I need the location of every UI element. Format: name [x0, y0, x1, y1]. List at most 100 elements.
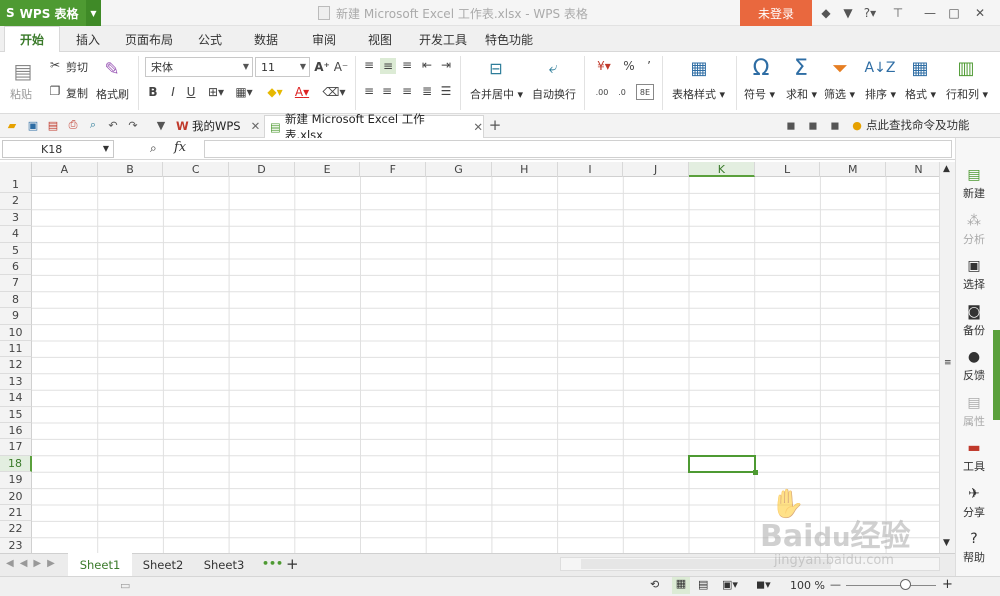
omega-icon[interactable]: Ω	[748, 54, 774, 82]
close-tab-icon[interactable]: ✕	[251, 119, 261, 133]
pin-icon[interactable]: ⊤	[890, 4, 906, 22]
skin-icon[interactable]: ◆	[818, 4, 834, 22]
font-grow-icon[interactable]: A⁺	[314, 58, 330, 76]
app-menu-button[interactable]: S WPS 表格 ▼	[0, 0, 101, 26]
align-bottom-icon[interactable]: ≡	[400, 58, 414, 72]
sort-icon[interactable]: A↓Z	[865, 54, 896, 82]
close-icon[interactable]: ✕	[972, 4, 988, 22]
font-shrink-icon[interactable]: A⁻	[333, 58, 349, 76]
filter-icon[interactable]: ⏷	[828, 54, 852, 82]
redo-icon[interactable]: ↷	[126, 118, 140, 132]
row-header-5[interactable]: 5	[0, 242, 32, 259]
scissors-icon[interactable]: ✂	[48, 58, 62, 72]
tab-review[interactable]: 审阅	[300, 26, 348, 52]
sidebar-item-0[interactable]: ▤ 新建	[955, 162, 993, 206]
percent-button[interactable]: %	[622, 58, 636, 74]
row-header-10[interactable]: 10	[0, 324, 32, 341]
tab-insert[interactable]: 插入	[64, 26, 112, 52]
align-middle-icon[interactable]: ≡	[380, 58, 396, 74]
indent-increase-icon[interactable]: ⇥	[439, 58, 453, 72]
save-icon[interactable]: ▣	[26, 118, 40, 132]
clear-format-icon[interactable]: ⌫▾	[323, 84, 346, 100]
tab-special[interactable]: 特色功能	[478, 26, 540, 52]
align-right-icon[interactable]: ≡	[400, 84, 414, 98]
column-header-N[interactable]: N	[886, 162, 939, 177]
sidebar-item-3[interactable]: ◙ 备份	[955, 299, 993, 343]
minimize-icon[interactable]: —	[922, 4, 938, 22]
zoom-slider[interactable]	[846, 585, 936, 586]
scroll-thumb[interactable]: ≡	[944, 358, 952, 368]
active-cell[interactable]	[688, 454, 758, 476]
customize-toolbar-icon[interactable]: ▼	[154, 118, 168, 132]
table-style-icon[interactable]: ▦	[686, 56, 712, 80]
tab-current-document[interactable]: ▤ 新建 Microsoft Excel 工作表.xlsx ✕	[264, 112, 484, 142]
number-format-icon[interactable]: 8E	[636, 84, 654, 100]
row-header-6[interactable]: 6	[0, 259, 32, 276]
row-header-23[interactable]: 23	[0, 537, 32, 553]
underline-button[interactable]: U	[184, 84, 198, 100]
wrap-text-icon[interactable]: ⤶	[540, 56, 566, 80]
align-left-icon[interactable]: ≡	[362, 84, 376, 98]
tab-home[interactable]: 开始	[4, 26, 60, 52]
row-header-9[interactable]: 9	[0, 308, 32, 325]
row-col-button[interactable]: 行和列 ▾	[946, 86, 988, 102]
row-header-3[interactable]: 3	[0, 209, 32, 227]
sheet-tab-1[interactable]: Sheet1	[68, 553, 132, 576]
format-painter-icon[interactable]: ✎	[100, 56, 124, 82]
tab-tools-icon-3[interactable]: ◼	[828, 118, 842, 132]
align-top-icon[interactable]: ≡	[362, 58, 376, 72]
name-box[interactable]: K18 ▼	[2, 140, 114, 158]
print-icon[interactable]: ⎙	[66, 118, 80, 132]
formula-input[interactable]	[204, 140, 952, 158]
row-header-8[interactable]: 8	[0, 291, 32, 309]
column-header-F[interactable]: F	[361, 162, 427, 177]
merge-center-button[interactable]: 合并居中 ▾	[470, 86, 523, 102]
chevron-down-icon[interactable]: ▼	[86, 0, 101, 26]
format-button[interactable]: 格式 ▾	[905, 86, 936, 102]
column-header-B[interactable]: B	[98, 162, 164, 177]
fill-pattern-icon[interactable]: ▦▾	[232, 84, 256, 100]
italic-button[interactable]: I	[166, 84, 180, 100]
table-style-button[interactable]: 表格样式 ▾	[672, 86, 725, 102]
row-header-13[interactable]: 13	[0, 373, 32, 391]
row-header-12[interactable]: 12	[0, 357, 32, 374]
sidebar-item-1[interactable]: ⁂ 分析	[955, 208, 993, 252]
eye-protection-icon[interactable]: ◼▾	[756, 578, 771, 591]
column-header-C[interactable]: C	[163, 162, 230, 177]
row-header-14[interactable]: 14	[0, 390, 32, 407]
column-header-J[interactable]: J	[623, 162, 689, 177]
column-header-E[interactable]: E	[295, 162, 361, 177]
sheet-tab-3[interactable]: Sheet3	[194, 553, 254, 576]
sort-button[interactable]: 排序 ▾	[865, 86, 896, 102]
shirt-icon[interactable]: ▼	[840, 4, 856, 22]
row-header-7[interactable]: 7	[0, 275, 32, 292]
copy-button[interactable]: 复制	[66, 85, 88, 101]
tab-page-layout[interactable]: 页面布局	[118, 26, 180, 52]
cut-button[interactable]: 剪切	[66, 59, 88, 75]
tab-tools-icon-1[interactable]: ◼	[784, 118, 798, 132]
tab-developer[interactable]: 开发工具	[412, 26, 474, 52]
row-header-4[interactable]: 4	[0, 226, 32, 243]
sidebar-item-6[interactable]: ▬ 工具	[955, 435, 993, 479]
merge-center-icon[interactable]: ⊟	[483, 56, 509, 80]
currency-icon[interactable]: ¥▾	[594, 58, 614, 74]
add-sheet-icon[interactable]: +	[286, 555, 299, 573]
zoom-in-icon[interactable]: +	[942, 577, 953, 592]
sidebar-item-5[interactable]: ▤ 属性	[955, 390, 993, 434]
column-header-K[interactable]: K	[689, 162, 755, 177]
column-header-A[interactable]: A	[32, 162, 98, 177]
justify-icon[interactable]: ≣	[420, 84, 434, 98]
row-header-11[interactable]: 11	[0, 341, 32, 358]
sigma-icon[interactable]: Σ	[788, 54, 814, 82]
bold-button[interactable]: B	[146, 84, 160, 100]
tab-data[interactable]: 数据	[242, 26, 290, 52]
new-tab-icon[interactable]: +	[488, 116, 502, 134]
row-header-1[interactable]: 1	[0, 177, 32, 194]
tab-my-wps[interactable]: W 我的WPS ✕	[172, 115, 262, 137]
symbol-button[interactable]: 符号 ▾	[744, 86, 775, 102]
zoom-formula-icon[interactable]: ⌕	[150, 141, 157, 156]
row-header-18[interactable]: 18	[0, 455, 32, 473]
help-menu-icon[interactable]: ?▾	[862, 4, 878, 22]
paste-button[interactable]: 粘贴	[10, 86, 32, 102]
login-button[interactable]: 未登录	[740, 0, 812, 26]
